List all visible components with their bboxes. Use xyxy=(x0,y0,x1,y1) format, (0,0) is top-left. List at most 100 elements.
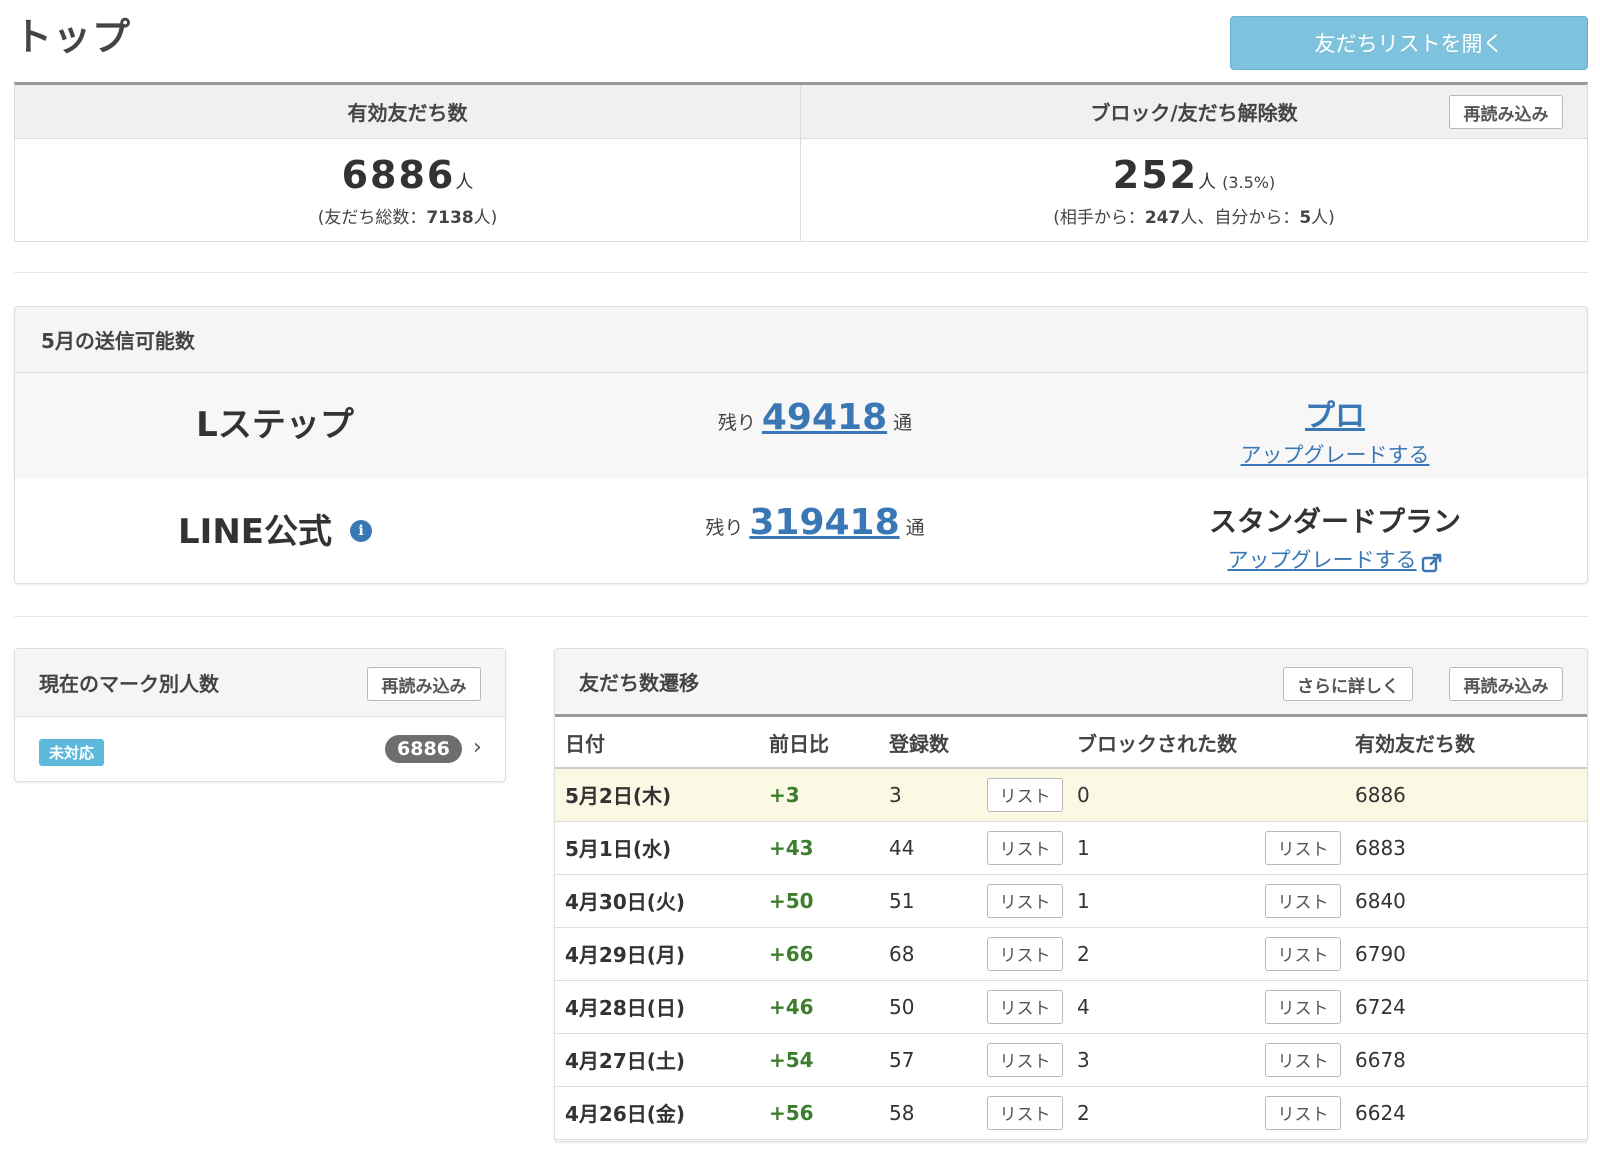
mark-reload-button[interactable]: 再読み込み xyxy=(367,667,481,701)
blocked-list-button[interactable]: リスト xyxy=(1265,1095,1341,1130)
blocked-list-button[interactable]: リスト xyxy=(1265,830,1341,865)
remaining-count-link[interactable]: 319418 xyxy=(749,502,899,543)
blocked-list-button-cell: リスト xyxy=(1255,1086,1345,1140)
remaining-label: 残り xyxy=(717,412,756,434)
row-diff: +54 xyxy=(759,1033,879,1087)
block-count-column: ブロック/友だち解除数 再読み込み 252人 (3.5%) (相手から：247人、… xyxy=(801,85,1587,241)
row-diff: +50 xyxy=(759,874,879,928)
send-capacity-panel: 5月の送信可能数 Lステップ 残り 49418 通 プロ アップグレードする LIN… xyxy=(14,306,1588,584)
registered-list-button-cell: リスト xyxy=(977,1086,1067,1140)
mark-count-badge: 6886 xyxy=(385,735,462,763)
mark-item[interactable]: 未対応 6886 › xyxy=(15,717,505,781)
send-capacity-header: 5月の送信可能数 xyxy=(15,307,1587,373)
send-remaining: 残り 49418 通 xyxy=(545,397,1085,438)
info-icon[interactable]: i xyxy=(350,519,372,542)
row-valid: 6886 xyxy=(1345,768,1587,822)
remaining-label: 残り xyxy=(705,517,744,539)
row-blocked: 2 xyxy=(1067,1086,1255,1140)
send-service-name: LINE公式 i xyxy=(15,504,535,553)
plan-link[interactable]: プロ xyxy=(1305,399,1365,434)
mark-count-title: 現在のマーク別人数 xyxy=(39,672,219,696)
blocked-list-button[interactable]: リスト xyxy=(1265,989,1341,1024)
column-header-valid: 有効友だち数 xyxy=(1345,717,1587,769)
valid-friends-unit: 人 xyxy=(455,172,474,193)
total-friends-note: (友だち総数：7138人) xyxy=(15,203,800,228)
registered-list-button[interactable]: リスト xyxy=(987,883,1063,918)
row-registered: 44 xyxy=(879,821,977,875)
plan-info: プロ アップグレードする xyxy=(1075,391,1587,469)
row-valid: 6624 xyxy=(1345,1086,1587,1140)
row-valid: 6840 xyxy=(1345,874,1587,928)
row-valid: 6724 xyxy=(1345,980,1587,1034)
row-date: 4月30日(火) xyxy=(555,874,759,928)
blocked-list-button[interactable]: リスト xyxy=(1265,936,1341,971)
section-divider xyxy=(14,272,1588,273)
remaining-unit: 通 xyxy=(905,517,925,539)
registered-list-button[interactable]: リスト xyxy=(987,830,1063,865)
row-date: 4月28日(日) xyxy=(555,980,759,1034)
block-reload-button[interactable]: 再読み込み xyxy=(1449,95,1563,129)
registered-list-button[interactable]: リスト xyxy=(987,936,1063,971)
column-header-date: 日付 xyxy=(555,717,759,769)
row-registered: 57 xyxy=(879,1033,977,1087)
row-date: 4月26日(金) xyxy=(555,1086,759,1140)
blocked-list-button[interactable]: リスト xyxy=(1265,883,1341,918)
registered-list-button[interactable]: リスト xyxy=(987,1042,1063,1077)
table-row: 4月27日(土) +54 57 リスト 3 リスト 6678 xyxy=(555,1033,1587,1087)
blocked-by-self-count: 5 xyxy=(1299,208,1312,228)
registered-list-button[interactable]: リスト xyxy=(987,989,1063,1024)
block-breakdown-mid: 人、自分から： xyxy=(1180,208,1300,228)
registered-list-button[interactable]: リスト xyxy=(987,777,1063,812)
registered-list-button[interactable]: リスト xyxy=(987,1095,1063,1130)
total-friends-count: 7138 xyxy=(426,208,474,228)
chevron-right-icon[interactable]: › xyxy=(473,735,482,760)
column-header-blocked: ブロックされた数 xyxy=(1067,717,1345,769)
block-breakdown-prefix: (相手から： xyxy=(1053,208,1145,228)
blocked-list-button-cell: リスト xyxy=(1255,980,1345,1034)
upgrade-external-link[interactable]: アップグレードする xyxy=(1228,544,1417,574)
registered-list-button-cell: リスト xyxy=(977,874,1067,928)
table-row: 4月29日(月) +66 68 リスト 2 リスト 6790 xyxy=(555,927,1587,981)
blocked-list-button-cell: リスト xyxy=(1255,821,1345,875)
more-details-button[interactable]: さらに詳しく xyxy=(1283,667,1413,701)
block-count-header-label: ブロック/友だち解除数 xyxy=(1090,101,1298,125)
upgrade-link[interactable]: アップグレードする xyxy=(1241,439,1430,469)
total-friends-suffix: 人) xyxy=(473,208,498,228)
registered-list-button-cell: リスト xyxy=(977,980,1067,1034)
remaining-count-link[interactable]: 49418 xyxy=(762,397,887,438)
row-diff: +66 xyxy=(759,927,879,981)
remaining-unit: 通 xyxy=(893,412,913,434)
row-diff: +3 xyxy=(759,768,879,822)
blocked-list-button-cell xyxy=(1255,768,1345,822)
registered-list-button-cell: リスト xyxy=(977,768,1067,822)
send-service-name-label: LINE公式 xyxy=(178,512,332,552)
friend-trend-panel: 友だち数遷移 さらに詳しく 再読み込み 日付 前日比 登録数 ブロックされた数 … xyxy=(554,648,1588,1142)
block-count: 252 xyxy=(1112,153,1199,197)
mark-count-panel: 現在のマーク別人数 再読み込み 未対応 6886 › xyxy=(14,648,506,782)
send-row-lstep: Lステップ 残り 49418 通 プロ アップグレードする xyxy=(15,373,1587,478)
send-remaining: 残り 319418 通 xyxy=(545,502,1085,543)
row-registered: 51 xyxy=(879,874,977,928)
blocked-list-button[interactable]: リスト xyxy=(1265,1042,1341,1077)
row-blocked: 0 xyxy=(1067,768,1255,822)
valid-friends-header: 有効友だち数 xyxy=(15,85,800,139)
row-diff: +56 xyxy=(759,1086,879,1140)
block-breakdown-suffix: 人) xyxy=(1311,208,1335,228)
column-header-registered: 登録数 xyxy=(879,717,1067,769)
row-blocked: 1 xyxy=(1067,821,1255,875)
row-date: 4月27日(土) xyxy=(555,1033,759,1087)
section-divider xyxy=(14,616,1588,617)
row-blocked: 4 xyxy=(1067,980,1255,1034)
row-valid: 6678 xyxy=(1345,1033,1587,1087)
trend-reload-button[interactable]: 再読み込み xyxy=(1449,667,1563,701)
table-row: 4月26日(金) +56 58 リスト 2 リスト 6624 xyxy=(555,1086,1587,1140)
row-diff: +43 xyxy=(759,821,879,875)
blocked-by-other-count: 247 xyxy=(1144,208,1181,228)
block-breakdown: (相手から：247人、自分から：5人) xyxy=(801,203,1587,228)
block-count-header: ブロック/友だち解除数 再読み込み xyxy=(801,85,1587,139)
friend-trend-title: 友だち数遷移 xyxy=(579,671,699,695)
friend-trend-header: 友だち数遷移 さらに詳しく 再読み込み xyxy=(555,649,1587,717)
open-friend-list-button[interactable]: 友だちリストを開く xyxy=(1230,16,1588,70)
row-registered: 3 xyxy=(879,768,977,822)
blocked-list-button-cell: リスト xyxy=(1255,927,1345,981)
